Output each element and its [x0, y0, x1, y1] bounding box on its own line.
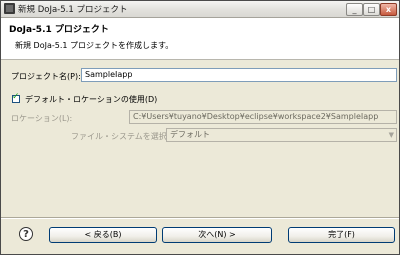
title-bar[interactable]: 新規 DoJa-5.1 プロジェクト _ □ x — [1, 1, 399, 18]
minimize-button[interactable]: _ — [346, 3, 363, 16]
wizard-window: 新規 DoJa-5.1 プロジェクト _ □ x DoJa-5.1 プロジェクト… — [0, 0, 400, 255]
app-icon — [4, 3, 15, 14]
location-input[interactable]: C:¥Users¥tuyano¥Desktop¥eclipse¥workspac… — [129, 110, 397, 124]
default-location-checkbox[interactable] — [12, 92, 20, 103]
help-button[interactable]: ? — [19, 227, 33, 241]
button-separator — [1, 217, 399, 219]
project-name-label: プロジェクト名(P): — [11, 72, 81, 81]
next-button[interactable]: 次へ(N) > — [162, 227, 272, 243]
window-title: 新規 DoJa-5.1 プロジェクト — [18, 5, 128, 15]
wizard-header: DoJa-5.1 プロジェクト 新規 DoJa-5.1 プロジェクトを作成します… — [1, 18, 399, 60]
finish-button[interactable]: 完了(F) — [288, 227, 395, 243]
close-button[interactable]: x — [380, 3, 397, 16]
location-label: ロケーション(L): — [11, 114, 73, 123]
maximize-button[interactable]: □ — [363, 3, 380, 16]
page-description: 新規 DoJa-5.1 プロジェクトを作成します。 — [15, 41, 174, 50]
filesystem-select[interactable]: デフォルト ▼ — [166, 128, 397, 142]
back-button[interactable]: < 戻る(B) — [49, 227, 157, 243]
chevron-down-icon: ▼ — [388, 131, 394, 139]
default-location-label[interactable]: デフォルト・ロケーションの使用(D) — [25, 94, 157, 105]
page-title: DoJa-5.1 プロジェクト — [9, 25, 109, 35]
filesystem-selected-value: デフォルト — [170, 130, 210, 139]
project-name-input[interactable]: SampleIapp — [81, 68, 397, 82]
filesystem-label: ファイル・システムを選択: — [71, 132, 170, 141]
